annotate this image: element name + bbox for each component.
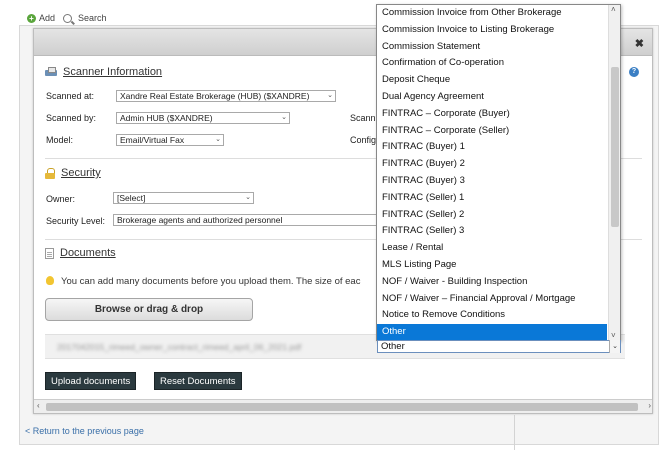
chevron-down-icon: ⌄: [281, 114, 287, 121]
owner-label: Owner:: [46, 194, 76, 204]
chevron-down-icon: ⌄: [609, 340, 620, 353]
dropdown-option[interactable]: Dual Agency Agreement: [377, 89, 607, 106]
security-level-label: Security Level:: [46, 216, 106, 226]
dropdown-option[interactable]: FINTRAC (Buyer) 3: [377, 173, 607, 190]
browse-button[interactable]: Browse or drag & drop: [45, 298, 253, 321]
scrollbar-thumb[interactable]: [46, 403, 638, 411]
dropdown-option[interactable]: FINTRAC (Seller) 2: [377, 207, 607, 224]
security-level-value: Brokerage agents and authorized personne…: [117, 215, 283, 225]
dropdown-option[interactable]: FINTRAC – Corporate (Seller): [377, 123, 607, 140]
chevron-left-icon[interactable]: ‹: [37, 401, 40, 410]
printer-icon: [45, 67, 57, 77]
chevron-down-icon[interactable]: ˅: [611, 331, 616, 340]
model-value: Email/Virtual Fax: [120, 135, 185, 145]
reset-documents-button[interactable]: Reset Documents: [154, 372, 242, 390]
chevron-up-icon[interactable]: ˄: [611, 5, 616, 14]
dropdown-option[interactable]: NOF / Waiver - Building Inspection: [377, 274, 607, 291]
scanned-at-value: Xandre Real Estate Brokerage (HUB) ($XAN…: [120, 91, 310, 101]
search-icon: [63, 13, 72, 23]
dropdown-option[interactable]: FINTRAC (Seller) 1: [377, 190, 607, 207]
lightbulb-icon: [46, 276, 54, 285]
upload-documents-button[interactable]: Upload documents: [45, 372, 137, 390]
horizontal-scrollbar[interactable]: ‹ ›: [34, 399, 652, 413]
owner-select[interactable]: [Select] ⌄: [113, 192, 254, 204]
dropdown-option[interactable]: Commission Invoice to Listing Brokerage: [377, 22, 607, 39]
scanner-section-title: Scanner Information: [45, 66, 162, 78]
dropdown-scrollbar[interactable]: ˄ ˅: [608, 5, 620, 340]
lock-icon: [45, 167, 55, 179]
config-partial-label: Config: [350, 135, 377, 145]
add-button[interactable]: + Add: [27, 13, 55, 23]
add-label: Add: [39, 13, 56, 23]
plus-icon: +: [27, 13, 36, 23]
scanned-by-select[interactable]: Admin HUB ($XANDRE) ⌄: [116, 112, 290, 124]
back-link[interactable]: < Return to the previous page: [25, 426, 144, 436]
chevron-down-icon: ⌄: [327, 92, 333, 99]
search-label: Search: [78, 13, 107, 23]
chevron-right-icon[interactable]: ›: [648, 401, 651, 410]
dropdown-option[interactable]: Commission Invoice from Other Brokerage: [377, 5, 607, 22]
document-icon: [45, 247, 54, 259]
model-select[interactable]: Email/Virtual Fax ⌄: [116, 134, 224, 146]
documents-title-text: Documents: [60, 247, 116, 259]
document-type-dropdown-list[interactable]: Other Notice to Remove Conditions NOF / Wa…: [376, 4, 621, 341]
search-button[interactable]: Search: [63, 13, 107, 23]
security-level-select[interactable]: Brokerage agents and authorized personne…: [113, 214, 378, 226]
dropdown-option[interactable]: Notice to Remove Conditions: [377, 307, 607, 324]
documents-section-title: Documents: [45, 247, 116, 259]
model-label: Model:: [46, 135, 74, 145]
dropdown-option[interactable]: FINTRAC (Buyer) 2: [377, 156, 607, 173]
chevron-down-icon: ⌄: [215, 136, 221, 143]
dropdown-scrollbar-thumb[interactable]: [611, 67, 619, 227]
help-icon[interactable]: ?: [629, 67, 639, 77]
chevron-down-icon: ⌄: [245, 194, 251, 201]
scanned-by-value: Admin HUB ($XANDRE): [120, 113, 213, 123]
dropdown-option[interactable]: Lease / Rental: [377, 240, 607, 257]
file-name: 2017042015_rimeed_owner_contract_rimeed_…: [57, 342, 302, 352]
scanned-at-select[interactable]: Xandre Real Estate Brokerage (HUB) ($XAN…: [116, 90, 336, 102]
dropdown-option[interactable]: Commission Statement: [377, 39, 607, 56]
dropdown-option[interactable]: FINTRAC (Seller) 3: [377, 223, 607, 240]
security-section-title: Security: [45, 167, 101, 179]
dropdown-option[interactable]: FINTRAC (Buyer) 1: [377, 139, 607, 156]
column-divider: [514, 415, 515, 450]
close-icon[interactable]: ✖: [635, 37, 644, 50]
dropdown-option[interactable]: MLS Listing Page: [377, 257, 607, 274]
scanned-at-label: Scanned at:: [46, 91, 95, 101]
scanner-title-text: Scanner Information: [63, 66, 163, 78]
dropdown-option[interactable]: Confirmation of Co-operation: [377, 55, 607, 72]
dropdown-option[interactable]: FINTRAC – Corporate (Buyer): [377, 106, 607, 123]
security-title-text: Security: [61, 167, 101, 179]
dropdown-option[interactable]: NOF / Waiver – Financial Approval / Mort…: [377, 291, 607, 308]
scanner-partial-label: Scann: [350, 113, 376, 123]
document-type-select[interactable]: Other ⌄: [377, 340, 621, 353]
document-type-value: Other: [381, 341, 405, 352]
documents-info-text: You can add many documents before you up…: [61, 276, 361, 287]
dropdown-option[interactable]: Deposit Cheque: [377, 72, 607, 89]
dropdown-option[interactable]: Other: [377, 324, 607, 340]
owner-value: [Select]: [117, 193, 146, 203]
scanned-by-label: Scanned by:: [46, 113, 97, 123]
